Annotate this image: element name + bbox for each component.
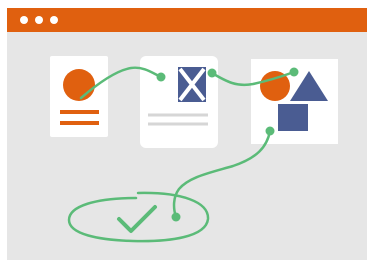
app-window bbox=[7, 8, 367, 260]
workflow-diagram bbox=[50, 56, 338, 243]
window-dot-icon[interactable] bbox=[20, 16, 28, 24]
circle-document-icon bbox=[63, 69, 95, 101]
connector-node-icon[interactable] bbox=[289, 67, 299, 77]
connector-node-icon[interactable] bbox=[265, 126, 275, 136]
document-line bbox=[60, 121, 99, 125]
document-card[interactable] bbox=[50, 56, 108, 137]
completion-indicator[interactable] bbox=[67, 191, 210, 243]
document-line bbox=[60, 110, 99, 114]
connector-node-icon[interactable] bbox=[207, 68, 217, 78]
connector-node-icon[interactable] bbox=[156, 72, 166, 82]
title-bar bbox=[7, 8, 367, 32]
image-card[interactable] bbox=[140, 56, 218, 148]
shapes-square-icon bbox=[278, 104, 308, 131]
window-controls bbox=[20, 16, 58, 24]
checkmark-icon bbox=[117, 205, 157, 233]
connector-node-icon[interactable] bbox=[171, 212, 181, 222]
completion-circle bbox=[67, 191, 210, 243]
window-dot-icon[interactable] bbox=[35, 16, 43, 24]
window-dot-icon[interactable] bbox=[50, 16, 58, 24]
workflow-canvas bbox=[7, 32, 367, 260]
